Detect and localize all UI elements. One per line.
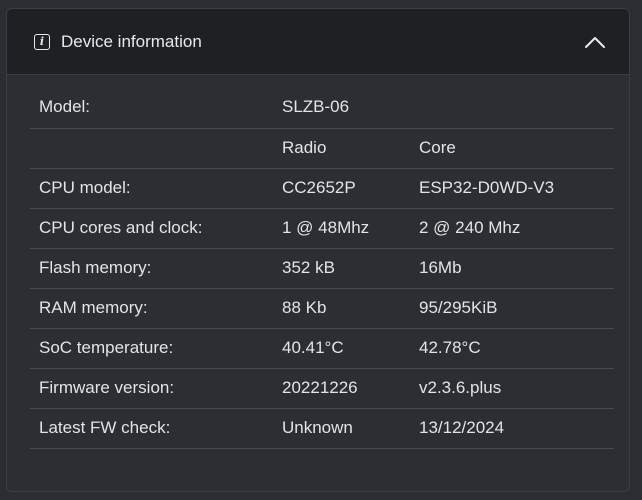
device-information-card: i Device information Model: SLZB-06 Radi… (6, 8, 630, 492)
core-value: 13/12/2024 (410, 408, 614, 449)
core-value: 95/295KiB (410, 288, 614, 329)
chevron-up-icon[interactable] (583, 30, 607, 54)
radio-value: 20221226 (273, 368, 410, 409)
card-header-toggle[interactable]: i Device information (7, 9, 629, 75)
core-value: 42.78°C (410, 328, 614, 369)
radio-value: 352 kB (273, 248, 410, 289)
device-info-table: Model: SLZB-06 Radio Core CPU model: CC2… (30, 86, 614, 449)
column-header-core: Core (410, 128, 614, 169)
info-icon: i (34, 33, 50, 50)
core-value: v2.3.6.plus (410, 368, 614, 409)
table-row: RAM memory: 88 Kb 95/295KiB (30, 288, 614, 329)
radio-value: CC2652P (273, 168, 410, 209)
core-value: 2 @ 240 Mhz (410, 208, 614, 249)
row-label: Flash memory: (30, 248, 273, 289)
table-row: Firmware version: 20221226 v2.3.6.plus (30, 368, 614, 409)
radio-value: 1 @ 48Mhz (273, 208, 410, 249)
radio-value: Unknown (273, 408, 410, 449)
table-row: Flash memory: 352 kB 16Mb (30, 248, 614, 289)
model-label: Model: (30, 86, 273, 129)
row-label: CPU cores and clock: (30, 208, 273, 249)
table-row: SoC temperature: 40.41°C 42.78°C (30, 328, 614, 369)
column-header-radio: Radio (273, 128, 410, 169)
table-row-model: Model: SLZB-06 (30, 86, 614, 129)
table-row: Latest FW check: Unknown 13/12/2024 (30, 408, 614, 449)
radio-value: 88 Kb (273, 288, 410, 329)
row-label: SoC temperature: (30, 328, 273, 369)
row-label: CPU model: (30, 168, 273, 209)
row-label: Latest FW check: (30, 408, 273, 449)
empty-header-cell (30, 128, 273, 169)
core-value: 16Mb (410, 248, 614, 289)
radio-value: 40.41°C (273, 328, 410, 369)
table-row: CPU model: CC2652P ESP32-D0WD-V3 (30, 168, 614, 209)
row-label: Firmware version: (30, 368, 273, 409)
model-value: SLZB-06 (273, 86, 614, 129)
card-title: Device information (61, 31, 202, 51)
table-row: CPU cores and clock: 1 @ 48Mhz 2 @ 240 M… (30, 208, 614, 249)
core-value: ESP32-D0WD-V3 (410, 168, 614, 209)
table-row-column-headers: Radio Core (30, 128, 614, 169)
card-body: Model: SLZB-06 Radio Core CPU model: CC2… (7, 75, 629, 449)
row-label: RAM memory: (30, 288, 273, 329)
